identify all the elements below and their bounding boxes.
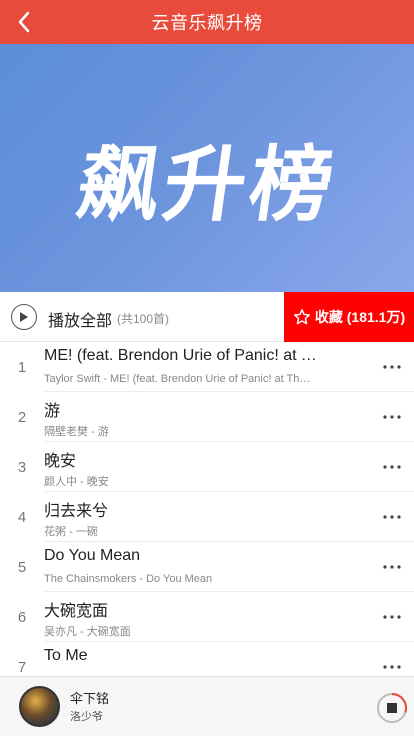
song-list: 1 ME! (feat. Brendon Urie of Panic! at T…	[0, 342, 414, 676]
play-all-label[interactable]: 播放全部	[48, 307, 112, 331]
more-button[interactable]	[378, 556, 406, 578]
song-index: 5	[17, 558, 27, 576]
song-subtitle: 隔壁老樊 - 游	[44, 426, 109, 438]
play-all-bar: 播放全部 (共100首) 收藏 (181.1万)	[0, 292, 414, 342]
song-row[interactable]: 7 To Me	[0, 642, 414, 676]
song-title: 大碗宽面	[44, 603, 109, 620]
collect-button[interactable]: 收藏 (181.1万)	[284, 292, 414, 342]
song-index: 6	[17, 608, 27, 626]
song-subtitle: Taylor Swift - ME! (feat. Brendon Urie o…	[44, 373, 312, 385]
banner-title: 飙升榜	[71, 138, 343, 233]
song-index: 1	[17, 358, 27, 376]
song-subtitle: 颜人中 - 晚安	[44, 476, 109, 488]
song-info: Do You Mean The Chainsmokers - Do You Me…	[44, 542, 414, 592]
page-title: 云音乐飙升榜	[151, 13, 263, 33]
more-dots-icon	[383, 615, 401, 619]
now-playing-title: 伞下铭	[70, 691, 110, 706]
song-title: ME! (feat. Brendon Urie of Panic! at The…	[44, 347, 324, 364]
song-info: To Me	[44, 642, 414, 676]
song-info: 归去来兮 花粥 - 一碗	[44, 492, 414, 542]
song-index: 3	[17, 458, 27, 476]
more-button[interactable]	[378, 356, 406, 378]
back-button[interactable]	[8, 6, 40, 38]
more-button[interactable]	[378, 656, 406, 676]
more-dots-icon	[383, 415, 401, 419]
play-icon	[20, 312, 28, 322]
song-row[interactable]: 3 晚安 颜人中 - 晚安	[0, 442, 414, 492]
more-button[interactable]	[378, 506, 406, 528]
song-index: 7	[17, 658, 27, 676]
song-row[interactable]: 4 归去来兮 花粥 - 一碗	[0, 492, 414, 542]
song-title: 游	[44, 403, 61, 420]
song-info: 晚安 颜人中 - 晚安	[44, 442, 414, 492]
song-count: (共100首)	[117, 312, 170, 326]
song-row[interactable]: 2 游 隔壁老樊 - 游	[0, 392, 414, 442]
more-dots-icon	[383, 565, 401, 569]
top-bar: 云音乐飙升榜	[0, 0, 414, 44]
song-row[interactable]: 6 大碗宽面 吴亦凡 - 大碗宽面	[0, 592, 414, 642]
more-button[interactable]	[378, 406, 406, 428]
song-info: 游 隔壁老樊 - 游	[44, 392, 414, 442]
mini-player[interactable]: 伞下铭 洛少爷	[0, 676, 414, 736]
star-icon	[293, 309, 310, 325]
song-row[interactable]: 1 ME! (feat. Brendon Urie of Panic! at T…	[0, 342, 414, 392]
more-button[interactable]	[378, 606, 406, 628]
more-dots-icon	[383, 365, 401, 369]
play-all-button[interactable]	[11, 304, 37, 330]
song-subtitle: 花粥 - 一碗	[44, 526, 98, 538]
song-title: 晚安	[44, 453, 77, 470]
song-subtitle: The Chainsmokers - Do You Mean	[44, 573, 213, 585]
stop-icon	[387, 703, 397, 713]
song-row[interactable]: 5 Do You Mean The Chainsmokers - Do You …	[0, 542, 414, 592]
more-dots-icon	[383, 515, 401, 519]
song-title: Do You Mean	[44, 547, 141, 564]
more-dots-icon	[383, 665, 401, 669]
chart-banner: 飙升榜	[0, 44, 414, 292]
song-title: To Me	[44, 647, 88, 664]
more-button[interactable]	[378, 456, 406, 478]
chevron-left-icon	[18, 11, 30, 33]
album-cover[interactable]	[19, 686, 60, 727]
collect-label: 收藏 (181.1万)	[314, 309, 406, 325]
stop-button[interactable]	[376, 692, 408, 724]
song-index: 2	[17, 408, 27, 426]
song-index: 4	[17, 508, 27, 526]
song-subtitle: 吴亦凡 - 大碗宽面	[44, 626, 131, 638]
now-playing-artist: 洛少爷	[70, 711, 103, 723]
song-info: 大碗宽面 吴亦凡 - 大碗宽面	[44, 592, 414, 642]
song-title: 归去来兮	[44, 503, 109, 520]
more-dots-icon	[383, 465, 401, 469]
song-info: ME! (feat. Brendon Urie of Panic! at The…	[44, 342, 414, 392]
